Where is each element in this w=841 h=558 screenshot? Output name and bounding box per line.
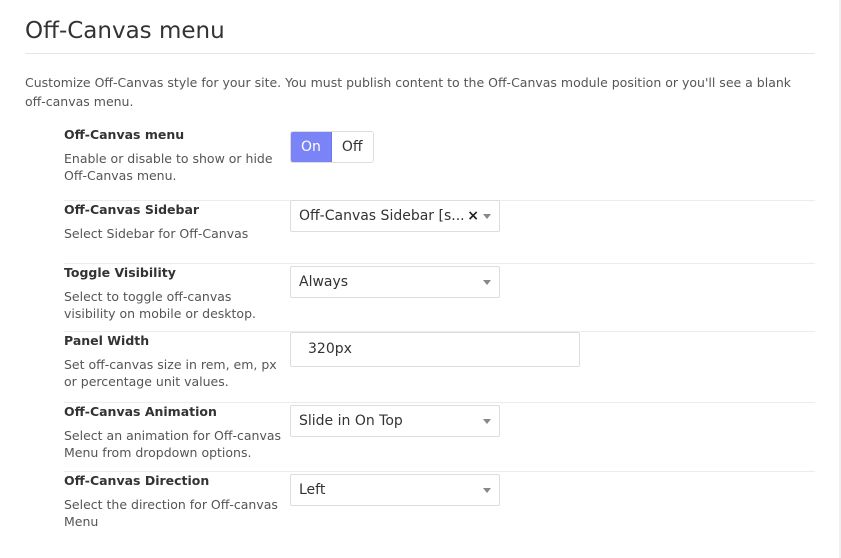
offcanvas-menu-label: Off-Canvas menu (64, 127, 185, 142)
chevron-down-icon (483, 214, 491, 219)
toggle-on-button[interactable]: On (291, 132, 332, 162)
toggle-visibility-help: Select to toggle off-canvas visibility o… (64, 289, 256, 321)
chevron-down-icon (483, 488, 491, 493)
offcanvas-animation-label: Off-Canvas Animation (64, 404, 217, 419)
chevron-down-icon (483, 419, 491, 424)
title-divider (25, 53, 815, 54)
page-title: Off-Canvas menu (25, 18, 225, 44)
page-description: Customize Off-Canvas style for your site… (25, 75, 792, 109)
offcanvas-sidebar-help: Select Sidebar for Off-Canvas (64, 226, 249, 241)
offcanvas-animation-value: Slide in On Top (299, 413, 403, 429)
offcanvas-direction-help: Select the direction for Off-canvas Menu (64, 497, 278, 529)
offcanvas-direction-label: Off-Canvas Direction (64, 473, 210, 488)
offcanvas-direction-value: Left (299, 482, 326, 498)
toggle-visibility-label: Toggle Visibility (64, 265, 176, 280)
toggle-visibility-value: Always (299, 274, 349, 290)
row-divider (64, 402, 815, 403)
row-divider (64, 263, 815, 264)
toggle-off-button[interactable]: Off (331, 132, 373, 162)
offcanvas-menu-toggle[interactable]: On Off (290, 131, 374, 163)
toggle-visibility-select[interactable]: Always (290, 266, 500, 298)
offcanvas-direction-select[interactable]: Left (290, 474, 500, 506)
chevron-down-icon (483, 280, 491, 285)
offcanvas-sidebar-select[interactable]: Off-Canvas Sidebar [s... × (290, 200, 500, 232)
panel-width-input[interactable]: 320px (290, 332, 580, 367)
panel-width-help: Set off-canvas size in rem, em, px or pe… (64, 357, 277, 389)
offcanvas-sidebar-value: Off-Canvas Sidebar [s... (299, 208, 465, 224)
panel-width-label: Panel Width (64, 333, 150, 348)
offcanvas-menu-help: Enable or disable to show or hide Off-Ca… (64, 151, 273, 183)
row-divider (64, 471, 815, 472)
offcanvas-animation-select[interactable]: Slide in On Top (290, 405, 500, 437)
close-icon[interactable]: × (467, 201, 479, 231)
offcanvas-animation-help: Select an animation for Off-canvas Menu … (64, 428, 282, 460)
offcanvas-sidebar-label: Off-Canvas Sidebar (64, 202, 200, 217)
